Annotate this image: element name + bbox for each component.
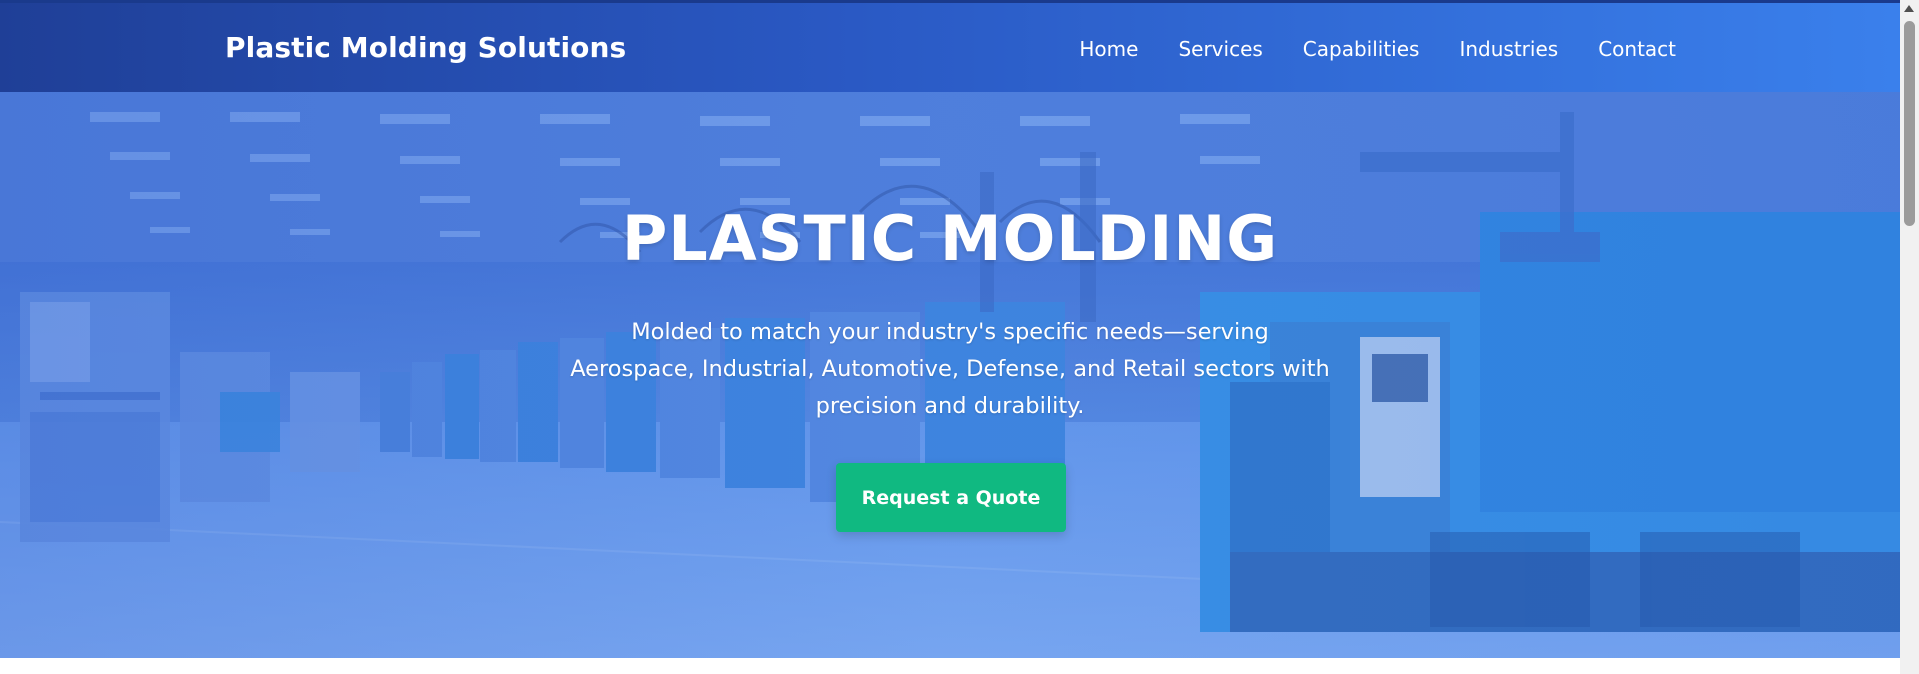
nav-home[interactable]: Home xyxy=(1079,37,1138,61)
main-nav: Home Services Capabilities Industries Co… xyxy=(1039,37,1676,61)
site-logo[interactable]: Plastic Molding Solutions xyxy=(225,31,626,64)
site-header: Plastic Molding Solutions Home Services … xyxy=(0,3,1900,92)
nav-contact[interactable]: Contact xyxy=(1598,37,1676,61)
vertical-scrollbar[interactable] xyxy=(1900,0,1919,674)
scroll-thumb[interactable] xyxy=(1904,21,1915,226)
page: Plastic Molding Solutions Home Services … xyxy=(0,0,1900,674)
hero-subtitle: Molded to match your industry's specific… xyxy=(570,319,1330,419)
hero-title: PLASTIC MOLDING xyxy=(621,202,1279,275)
nav-capabilities[interactable]: Capabilities xyxy=(1303,37,1420,61)
nav-services[interactable]: Services xyxy=(1178,37,1262,61)
nav-industries[interactable]: Industries xyxy=(1459,37,1558,61)
hero-section: PLASTIC MOLDING Molded to match your ind… xyxy=(0,92,1900,658)
request-quote-button[interactable]: Request a Quote xyxy=(836,463,1066,532)
scroll-up-arrow-icon[interactable] xyxy=(1904,5,1914,12)
